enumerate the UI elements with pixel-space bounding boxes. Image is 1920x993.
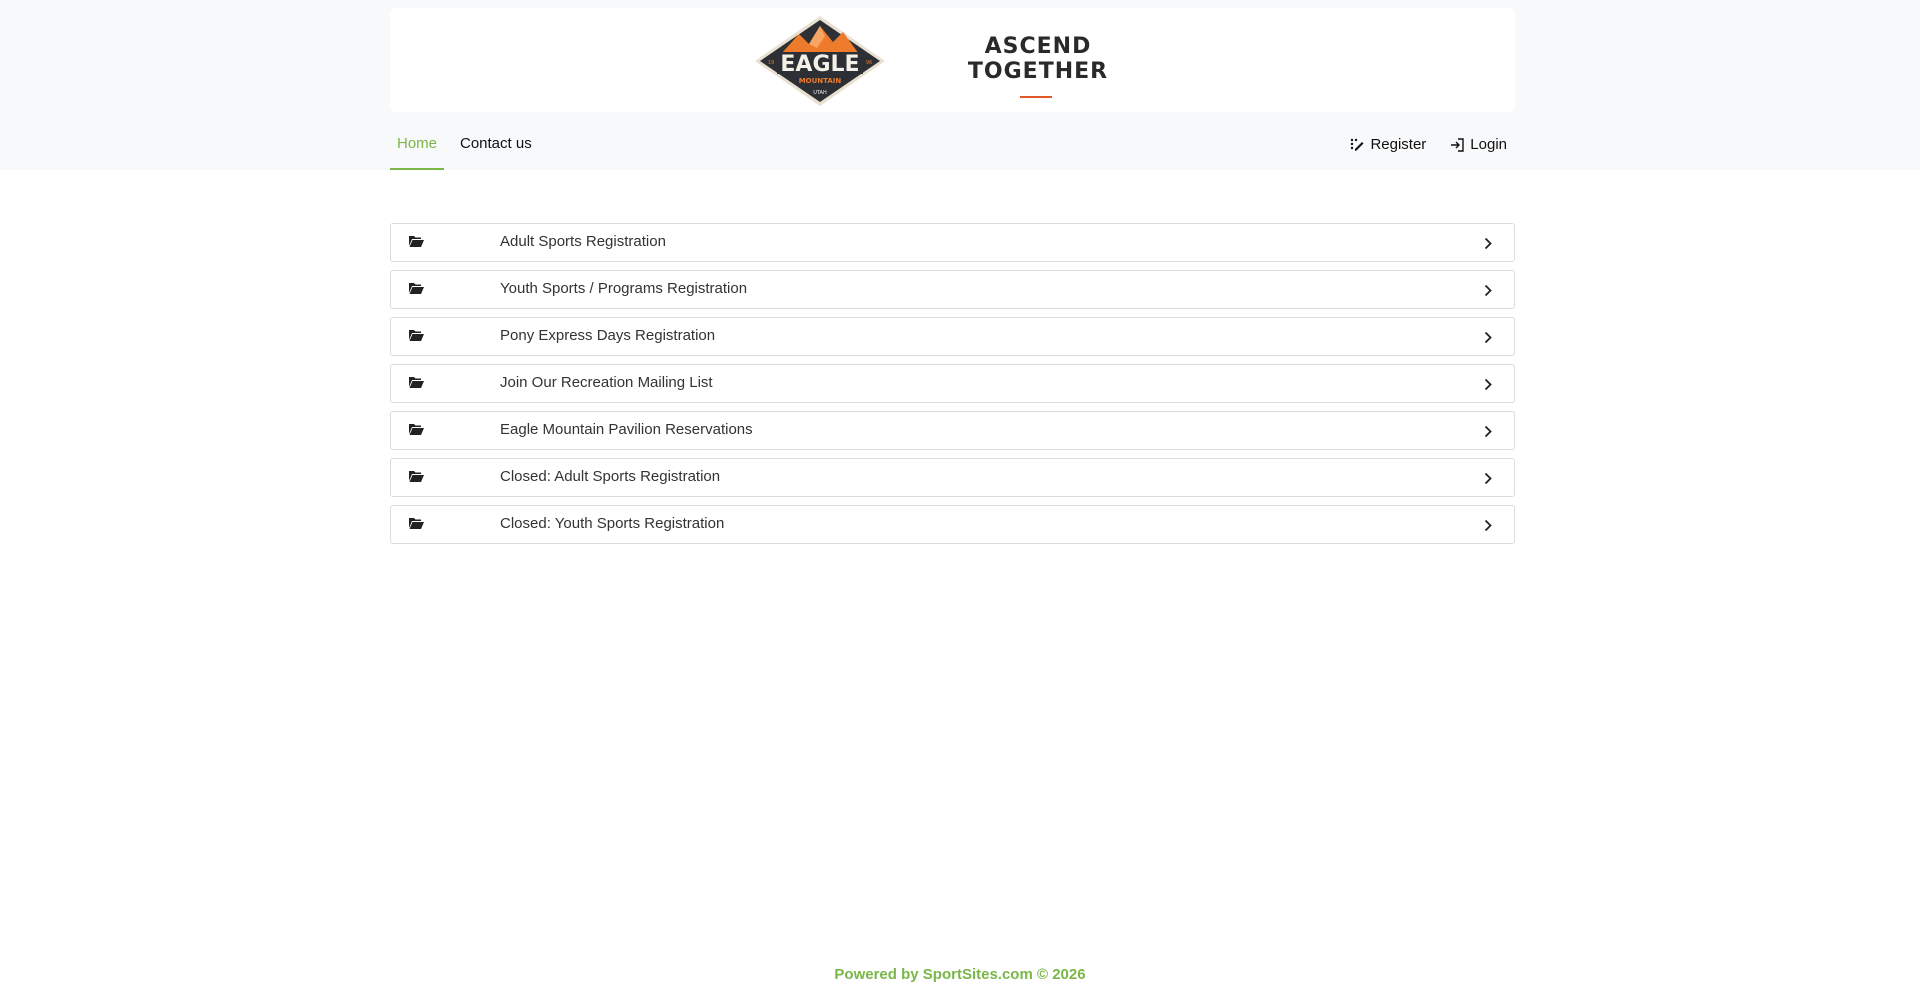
logo-state: UTAH bbox=[813, 90, 827, 96]
list-item-label: Closed: Youth Sports Registration bbox=[500, 515, 725, 532]
chevron-right-icon bbox=[1484, 378, 1492, 391]
list-item[interactable]: Eagle Mountain Pavilion Reservations bbox=[390, 411, 1515, 450]
list-item[interactable]: Youth Sports / Programs Registration bbox=[390, 270, 1515, 309]
list-item-label: Pony Express Days Registration bbox=[500, 327, 716, 344]
folder-open-icon bbox=[409, 282, 424, 294]
register-link[interactable]: Register bbox=[1350, 136, 1426, 153]
folder-open-icon bbox=[409, 376, 424, 388]
chevron-right-icon bbox=[1484, 331, 1492, 344]
logo-sub: MOUNTAIN bbox=[799, 77, 842, 85]
list-item[interactable]: Pony Express Days Registration bbox=[390, 317, 1515, 356]
account-links: Register Login bbox=[1350, 136, 1507, 153]
main-nav: Home Contact us Register Login bbox=[390, 124, 1515, 170]
list-item[interactable]: Adult Sports Registration bbox=[390, 223, 1515, 262]
logo-badge-icon: EAGLE MOUNTAIN UTAH 19 96 bbox=[755, 16, 885, 106]
slogan: ASCEND TOGETHER bbox=[967, 34, 1109, 84]
login-icon bbox=[1451, 137, 1464, 152]
folder-open-icon bbox=[409, 235, 424, 247]
chevron-right-icon bbox=[1484, 472, 1492, 485]
register-icon bbox=[1351, 138, 1364, 151]
header-card: EAGLE MOUNTAIN UTAH 19 96 ASCEND TOGETHE… bbox=[390, 8, 1515, 112]
footer-powered-by[interactable]: Powered by SportSites.com © 2026 bbox=[0, 966, 1920, 983]
register-label: Register bbox=[1370, 136, 1427, 153]
folder-open-icon bbox=[409, 423, 424, 435]
nav-contact-us[interactable]: Contact us bbox=[460, 134, 532, 170]
nav-home[interactable]: Home bbox=[390, 134, 444, 170]
chevron-right-icon bbox=[1484, 284, 1492, 297]
registration-list: Adult Sports Registration Youth Sports /… bbox=[390, 223, 1515, 552]
list-item-label: Adult Sports Registration bbox=[500, 233, 666, 250]
list-item[interactable]: Closed: Youth Sports Registration bbox=[390, 505, 1515, 544]
list-item-label: Closed: Adult Sports Registration bbox=[500, 468, 721, 485]
folder-open-icon bbox=[409, 329, 424, 341]
chevron-right-icon bbox=[1484, 519, 1492, 532]
logo-year-right: 96 bbox=[866, 60, 872, 66]
slogan-underline bbox=[1020, 96, 1052, 98]
eagle-mountain-logo[interactable]: EAGLE MOUNTAIN UTAH 19 96 bbox=[751, 14, 889, 108]
logo-name: EAGLE bbox=[780, 52, 859, 77]
login-link[interactable]: Login bbox=[1450, 136, 1507, 153]
list-item-label: Youth Sports / Programs Registration bbox=[500, 280, 748, 297]
chevron-right-icon bbox=[1484, 237, 1492, 250]
list-item[interactable]: Join Our Recreation Mailing List bbox=[390, 364, 1515, 403]
logo-year-left: 19 bbox=[768, 60, 774, 66]
list-item-label: Eagle Mountain Pavilion Reservations bbox=[500, 421, 753, 438]
chevron-right-icon bbox=[1484, 425, 1492, 438]
list-item-label: Join Our Recreation Mailing List bbox=[500, 374, 713, 391]
list-item[interactable]: Closed: Adult Sports Registration bbox=[390, 458, 1515, 497]
folder-open-icon bbox=[409, 470, 424, 482]
login-label: Login bbox=[1470, 136, 1507, 153]
folder-open-icon bbox=[409, 517, 424, 529]
